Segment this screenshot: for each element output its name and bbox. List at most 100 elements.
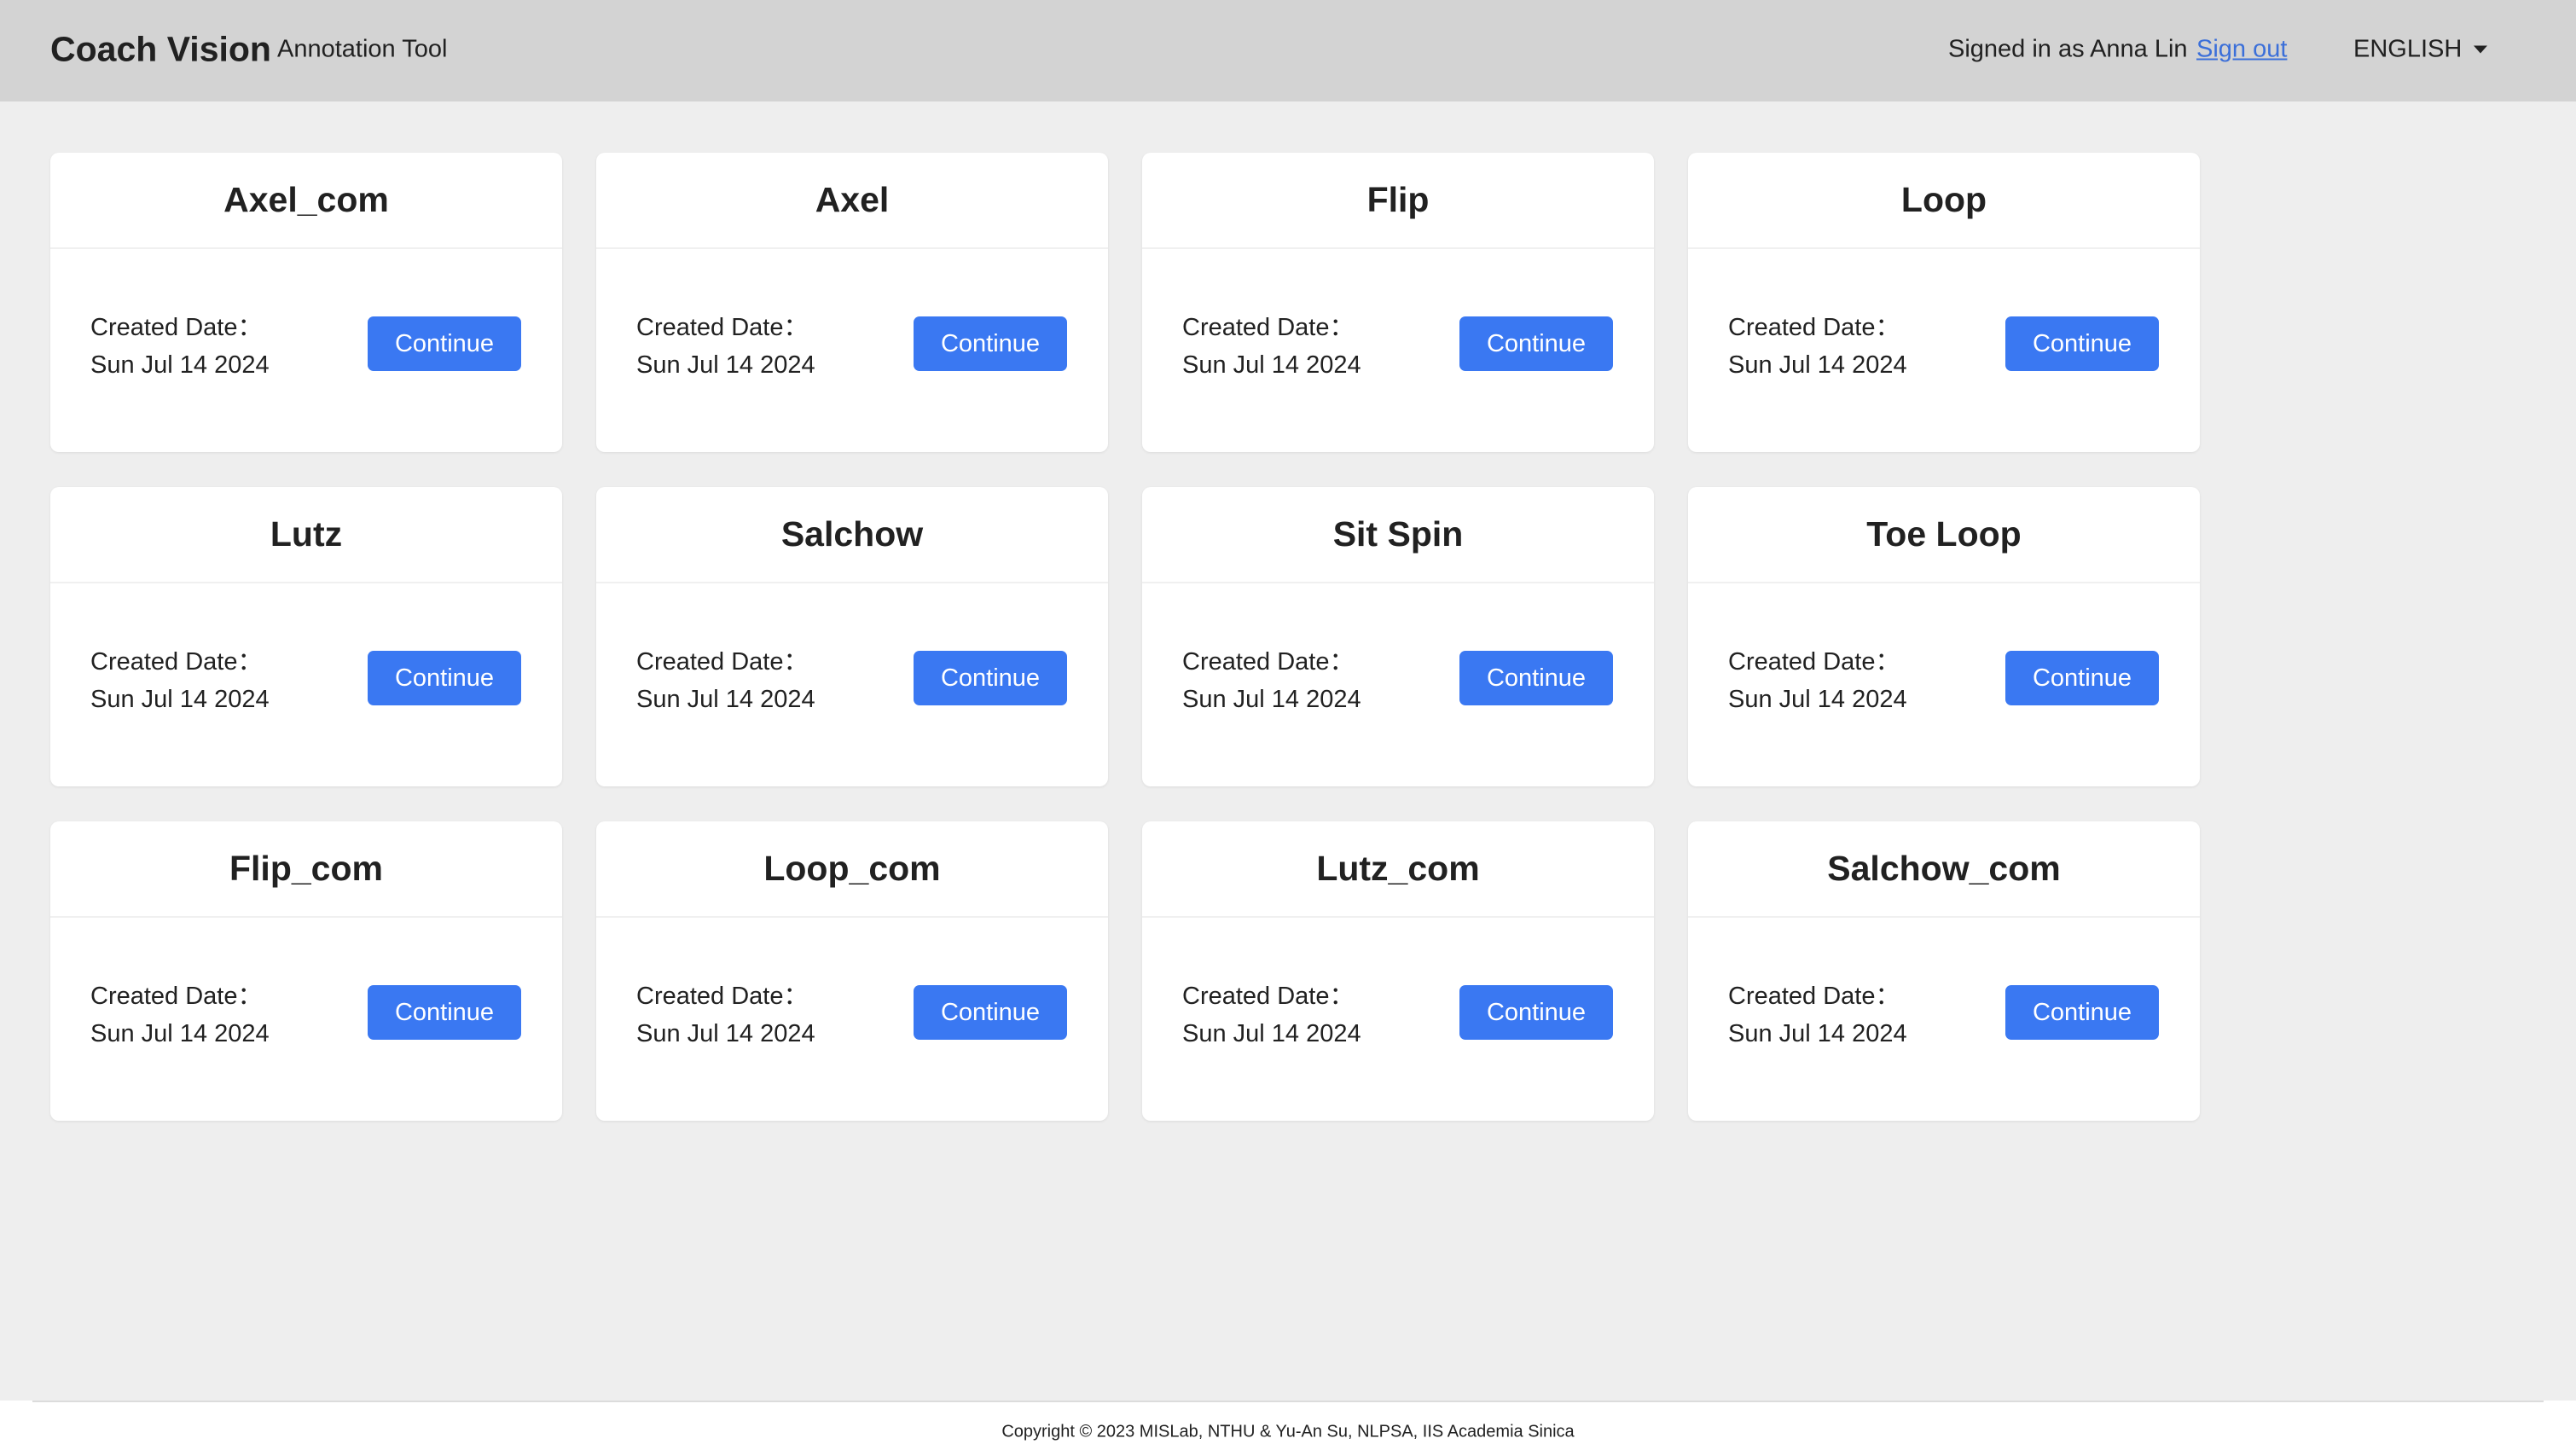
continue-button[interactable]: Continue [914,651,1067,705]
project-card: Flip_com Created Date： Sun Jul 14 2024 C… [50,821,562,1121]
created-date-label: Created Date： [1182,314,1355,341]
created-date: Created Date： Sun Jul 14 2024 [636,643,815,718]
created-date-value: Sun Jul 14 2024 [1728,351,1907,379]
language-dropdown[interactable]: ENGLISH [2353,35,2488,64]
continue-button[interactable]: Continue [2005,651,2159,705]
project-grid: Axel_com Created Date： Sun Jul 14 2024 C… [50,153,2202,1121]
project-card: Axel Created Date： Sun Jul 14 2024 Conti… [596,153,1108,452]
card-body: Created Date： Sun Jul 14 2024 Continue [1142,583,1654,786]
project-title: Loop_com [763,849,941,888]
created-date-label: Created Date： [1182,983,1355,1010]
created-date-label: Created Date： [90,648,263,676]
project-card: Salchow Created Date： Sun Jul 14 2024 Co… [596,487,1108,786]
project-title: Salchow [780,514,924,554]
card-header: Lutz_com [1142,821,1654,918]
card-header: Axel [596,153,1108,249]
created-date: Created Date： Sun Jul 14 2024 [1728,309,1907,384]
continue-button[interactable]: Continue [2005,985,2159,1040]
card-body: Created Date： Sun Jul 14 2024 Continue [50,249,562,452]
project-title: Lutz [270,514,343,554]
created-date-label: Created Date： [636,648,809,676]
project-card: Loop Created Date： Sun Jul 14 2024 Conti… [1688,153,2200,452]
created-date-label: Created Date： [1728,983,1900,1010]
project-title: Salchow_com [1827,849,2061,888]
project-title: Axel_com [223,180,389,219]
project-title: Axel [815,180,890,219]
created-date-label: Created Date： [1728,314,1900,341]
created-date-value: Sun Jul 14 2024 [1182,351,1361,379]
top-navbar: Coach Vision Annotation Tool Signed in a… [0,0,2576,102]
created-date: Created Date： Sun Jul 14 2024 [1728,977,1907,1053]
card-body: Created Date： Sun Jul 14 2024 Continue [1142,249,1654,452]
signed-in-text: Signed in as Anna Lin [1948,35,2188,63]
continue-button[interactable]: Continue [368,651,521,705]
card-header: Toe Loop [1688,487,2200,583]
project-title: Flip [1366,180,1430,219]
project-card: Lutz Created Date： Sun Jul 14 2024 Conti… [50,487,562,786]
created-date-value: Sun Jul 14 2024 [1182,1020,1361,1047]
card-body: Created Date： Sun Jul 14 2024 Continue [596,249,1108,452]
card-body: Created Date： Sun Jul 14 2024 Continue [596,918,1108,1121]
created-date: Created Date： Sun Jul 14 2024 [90,643,270,718]
card-header: Axel_com [50,153,562,249]
created-date: Created Date： Sun Jul 14 2024 [90,977,270,1053]
created-date-label: Created Date： [1728,648,1900,676]
created-date-label: Created Date： [90,983,263,1010]
project-title: Toe Loop [1866,514,2022,554]
created-date-value: Sun Jul 14 2024 [1728,1020,1907,1047]
created-date-value: Sun Jul 14 2024 [1182,686,1361,713]
created-date: Created Date： Sun Jul 14 2024 [636,977,815,1053]
card-header: Sit Spin [1142,487,1654,583]
card-body: Created Date： Sun Jul 14 2024 Continue [1688,249,2200,452]
caret-down-icon [2474,45,2488,54]
language-label: ENGLISH [2353,35,2463,63]
card-body: Created Date： Sun Jul 14 2024 Continue [50,918,562,1121]
created-date-value: Sun Jul 14 2024 [90,351,270,379]
created-date-label: Created Date： [1182,648,1355,676]
project-card: Axel_com Created Date： Sun Jul 14 2024 C… [50,153,562,452]
created-date-value: Sun Jul 14 2024 [90,1020,270,1047]
created-date-value: Sun Jul 14 2024 [90,686,270,713]
created-date-value: Sun Jul 14 2024 [636,1020,815,1047]
card-header: Lutz [50,487,562,583]
project-title: Loop [1900,180,1987,219]
card-body: Created Date： Sun Jul 14 2024 Continue [1142,918,1654,1121]
card-header: Flip [1142,153,1654,249]
continue-button[interactable]: Continue [2005,316,2159,371]
project-card: Salchow_com Created Date： Sun Jul 14 202… [1688,821,2200,1121]
card-header: Salchow [596,487,1108,583]
continue-button[interactable]: Continue [1459,985,1613,1040]
created-date: Created Date： Sun Jul 14 2024 [1728,643,1907,718]
copyright-text: Copyright © 2023 MISLab, NTHU & Yu-An Su… [1001,1422,1575,1441]
created-date-label: Created Date： [636,983,809,1010]
project-card: Loop_com Created Date： Sun Jul 14 2024 C… [596,821,1108,1121]
created-date-value: Sun Jul 14 2024 [1728,686,1907,713]
card-body: Created Date： Sun Jul 14 2024 Continue [50,583,562,786]
created-date: Created Date： Sun Jul 14 2024 [636,309,815,384]
project-title: Flip_com [229,849,383,888]
continue-button[interactable]: Continue [368,985,521,1040]
created-date-value: Sun Jul 14 2024 [636,351,815,379]
continue-button[interactable]: Continue [914,985,1067,1040]
created-date: Created Date： Sun Jul 14 2024 [1182,309,1361,384]
project-title: Lutz_com [1316,849,1480,888]
app-brand[interactable]: Coach Vision [50,30,271,70]
project-title: Sit Spin [1332,514,1464,554]
sign-out-link[interactable]: Sign out [2196,36,2287,64]
project-card: Lutz_com Created Date： Sun Jul 14 2024 C… [1142,821,1654,1121]
card-header: Salchow_com [1688,821,2200,918]
continue-button[interactable]: Continue [1459,651,1613,705]
card-header: Loop [1688,153,2200,249]
app-subtitle: Annotation Tool [277,35,448,63]
card-header: Flip_com [50,821,562,918]
created-date: Created Date： Sun Jul 14 2024 [90,309,270,384]
continue-button[interactable]: Continue [1459,316,1613,371]
card-body: Created Date： Sun Jul 14 2024 Continue [596,583,1108,786]
project-card: Toe Loop Created Date： Sun Jul 14 2024 C… [1688,487,2200,786]
project-card: Sit Spin Created Date： Sun Jul 14 2024 C… [1142,487,1654,786]
continue-button[interactable]: Continue [368,316,521,371]
page-footer: Copyright © 2023 MISLab, NTHU & Yu-An Su… [0,1401,2576,1450]
created-date-label: Created Date： [90,314,263,341]
continue-button[interactable]: Continue [914,316,1067,371]
card-body: Created Date： Sun Jul 14 2024 Continue [1688,918,2200,1121]
